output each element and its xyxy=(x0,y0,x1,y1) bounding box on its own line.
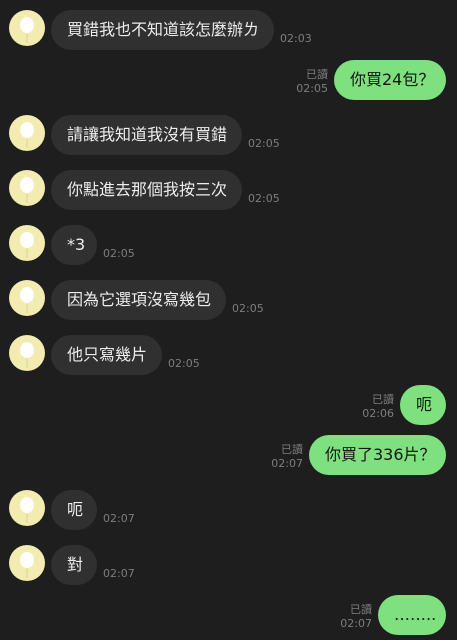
balloon-icon xyxy=(20,17,34,43)
contact-avatar[interactable] xyxy=(9,115,45,151)
message-time: 02:03 xyxy=(280,32,312,45)
contact-avatar[interactable] xyxy=(9,490,45,526)
message-bubble[interactable]: 你買24包？ xyxy=(334,60,446,100)
balloon-icon xyxy=(20,342,34,368)
message-meta: 已讀 02:05 xyxy=(296,68,328,96)
message-meta: 已讀 02:07 xyxy=(340,603,372,631)
message-bubble[interactable]: *3 xyxy=(51,225,97,265)
contact-avatar[interactable] xyxy=(9,280,45,316)
read-receipt: 已讀 xyxy=(281,443,303,456)
message-bubble[interactable]: 請讓我知道我沒有買錯 xyxy=(51,115,242,155)
read-receipt: 已讀 xyxy=(350,603,372,616)
message-meta: 已讀 02:07 xyxy=(271,443,303,471)
message-bubble[interactable]: 對 xyxy=(51,545,97,585)
contact-avatar[interactable] xyxy=(9,335,45,371)
balloon-icon xyxy=(20,287,34,313)
message-bubble[interactable]: 你點進去那個我按三次 xyxy=(51,170,242,210)
balloon-icon xyxy=(20,232,34,258)
message-bubble[interactable]: 你買了336片？ xyxy=(309,435,446,475)
message-bubble[interactable]: 呃 xyxy=(51,490,97,530)
contact-avatar[interactable] xyxy=(9,225,45,261)
message-time: 02:05 xyxy=(168,357,200,370)
message-time: 02:07 xyxy=(103,567,135,580)
message-time: 02:07 xyxy=(340,617,372,630)
message-bubble[interactable]: 他只寫幾片 xyxy=(51,335,162,375)
message-time: 02:07 xyxy=(103,512,135,525)
message-time: 02:05 xyxy=(248,192,280,205)
balloon-icon xyxy=(20,122,34,148)
contact-avatar[interactable] xyxy=(9,10,45,46)
balloon-icon xyxy=(20,552,34,578)
message-meta: 已讀 02:06 xyxy=(362,393,394,421)
message-time: 02:05 xyxy=(248,137,280,150)
message-bubble[interactable]: 呃 xyxy=(400,385,446,425)
contact-avatar[interactable] xyxy=(9,545,45,581)
balloon-icon xyxy=(20,497,34,523)
message-bubble[interactable]: …….. xyxy=(378,595,446,635)
message-bubble[interactable]: 買錯我也不知道該怎麼辦ㄌ xyxy=(51,10,274,50)
message-time: 02:05 xyxy=(232,302,264,315)
balloon-icon xyxy=(20,177,34,203)
read-receipt: 已讀 xyxy=(306,68,328,81)
read-receipt: 已讀 xyxy=(372,393,394,406)
message-time: 02:05 xyxy=(296,82,328,95)
contact-avatar[interactable] xyxy=(9,170,45,206)
message-bubble[interactable]: 因為它選項沒寫幾包 xyxy=(51,280,226,320)
message-time: 02:07 xyxy=(271,457,303,470)
message-time: 02:05 xyxy=(103,247,135,260)
message-time: 02:06 xyxy=(362,407,394,420)
